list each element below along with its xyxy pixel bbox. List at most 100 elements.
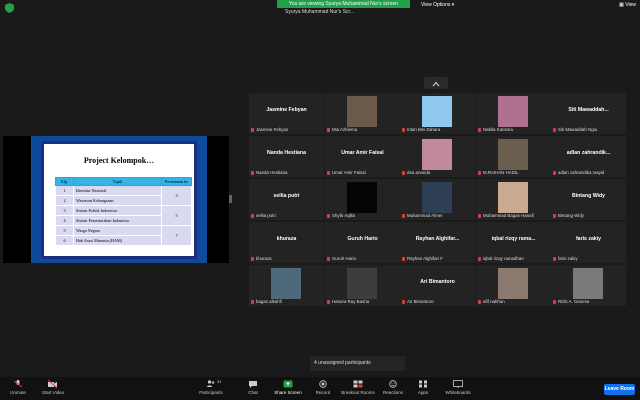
- participant-tile[interactable]: Rizki A. Ganesa: [551, 265, 626, 306]
- gallery-page-up-button[interactable]: [424, 77, 448, 89]
- slide-cell-klp: 2: [55, 195, 74, 206]
- breakout-rooms-label: Breakout Rooms: [341, 390, 375, 395]
- presenter-label: Syurya Muhammad Nur's Scr...: [285, 9, 355, 15]
- whiteboards-button[interactable]: Whiteboards: [442, 380, 474, 395]
- muted-mic-icon: [553, 299, 556, 304]
- participant-name: Rayhan Alghifari F: [407, 256, 443, 261]
- participant-name-display: Jasmine Febyan: [266, 107, 307, 113]
- participant-name: Guruh Hario: [332, 256, 356, 261]
- participant-tile[interactable]: Siti Mawaddah... Siti Mawaddah Ngiu: [551, 93, 626, 134]
- meeting-toolbar: Unmute Start Video Participants 31 Chat …: [0, 377, 640, 400]
- view-label: View: [625, 2, 636, 8]
- participant-label: Shyfa Aqilla: [327, 213, 355, 218]
- participant-label: Intan Mei Zahara: [402, 127, 440, 132]
- participant-tile[interactable]: iqbal rizqy rama... iqbal rizqy ramadhan: [476, 222, 551, 263]
- participant-tile[interactable]: Guruh Hario Guruh Hario: [325, 222, 400, 263]
- leave-room-button[interactable]: Leave Room: [604, 384, 635, 395]
- participant-tile[interactable]: Rayhan Alghifar... Rayhan Alghifari F: [400, 222, 475, 263]
- muted-mic-icon: [553, 213, 556, 218]
- participant-tile[interactable]: bagas alkahfi: [249, 265, 324, 306]
- participant-tile[interactable]: sellia putri sellia putri: [249, 179, 324, 220]
- unassigned-participants-panel[interactable]: 4 unassigned participants: [310, 356, 405, 371]
- muted-mic-icon: [402, 299, 405, 304]
- participant-tile[interactable]: afif nabhan: [476, 265, 551, 306]
- reactions-button[interactable]: Reactions: [380, 380, 406, 395]
- security-shield-icon[interactable]: [5, 3, 14, 13]
- participant-tile[interactable]: Jasmine Febyan Jasmine Febyan: [249, 93, 324, 134]
- slide-table: Klp. Topik Pertemuan ke 1 Identitas Nasi…: [55, 177, 192, 246]
- participant-tile[interactable]: Nabila Karisma: [476, 93, 551, 134]
- slide-cell-klp: 6: [55, 235, 74, 246]
- participant-label: Guruh Hario: [327, 256, 356, 261]
- share-resize-handle[interactable]: [229, 195, 232, 203]
- participant-tile[interactable]: faris zakiy faris zakiy: [551, 222, 626, 263]
- start-video-label: Start Video: [41, 390, 65, 395]
- muted-mic-icon: [327, 299, 330, 304]
- unmute-button[interactable]: Unmute: [6, 380, 30, 395]
- participants-button[interactable]: Participants 31: [196, 379, 226, 395]
- participant-tile[interactable]: Muhammad Bagas Hanafi: [476, 179, 551, 220]
- participant-tile[interactable]: Bintang Widy Bintang Widy: [551, 179, 626, 220]
- slide-cell-topik: Wawasan Kebangsaan: [73, 195, 162, 206]
- chevron-up-icon: [432, 81, 440, 87]
- participant-name: Bintang Widy: [558, 213, 584, 218]
- muted-mic-icon: [251, 127, 254, 132]
- participant-tile[interactable]: Ari Bimantoro Ari Bimantoro: [400, 265, 475, 306]
- shared-screen: Project Kelompok… Klp. Topik Pertemuan k…: [3, 136, 229, 263]
- participant-name-display: Bintang Widy: [571, 193, 606, 199]
- slide-cell-topik: Identitas Nasional: [73, 185, 162, 196]
- participants-icon: [206, 380, 215, 387]
- participant-tile[interactable]: adlan zahrandik... adlan zahrandika rasyi…: [551, 136, 626, 177]
- participant-label: Nabila Karisma: [478, 127, 513, 132]
- participant-video: [271, 268, 301, 299]
- view-options-button[interactable]: View Options ▾: [421, 2, 454, 8]
- participant-tile[interactable]: Umar Amir Faisal Umar Amir Faisal: [325, 136, 400, 177]
- breakout-rooms-button[interactable]: Breakout Rooms: [340, 380, 376, 395]
- participant-tile[interactable]: M.RAIHAN HADIL: [476, 136, 551, 177]
- viewing-banner-text: You are viewing Syurya Muhammad Nur's sc…: [277, 0, 410, 8]
- muted-mic-icon: [553, 170, 556, 175]
- participant-name: dea ananda: [407, 170, 431, 175]
- apps-button[interactable]: Apps: [413, 380, 433, 395]
- participant-video: [347, 182, 377, 213]
- slide-cell-klp: 5: [55, 225, 74, 236]
- participants-label: Participants: [199, 390, 223, 395]
- participant-name: Nanda Hestiana: [256, 170, 288, 175]
- participant-name: Intan Mei Zahara: [407, 127, 441, 132]
- participant-tile[interactable]: Hanura Ray Basha: [325, 265, 400, 306]
- chat-button[interactable]: Chat: [242, 380, 264, 395]
- participant-name-display: Siti Mawaddah...: [568, 107, 609, 113]
- participant-name: iqbal rizqy ramadhan: [483, 256, 524, 261]
- participant-label: Nanda Hestiana: [251, 170, 288, 175]
- muted-mic-icon: [251, 256, 254, 261]
- participant-name: Umar Amir Faisal: [332, 170, 366, 175]
- record-button[interactable]: Record: [312, 380, 334, 395]
- view-button[interactable]: ▦ View: [619, 2, 636, 8]
- participants-count: 31: [217, 379, 222, 384]
- share-screen-button[interactable]: Share Screen: [272, 380, 304, 395]
- participant-label: sellia putri: [251, 213, 276, 218]
- video-off-icon: [48, 380, 58, 388]
- participant-tile[interactable]: khuraza khuraza: [249, 222, 324, 263]
- participant-tile[interactable]: Shyfa Aqilla: [325, 179, 400, 220]
- participant-tile[interactable]: Intan Mei Zahara: [400, 93, 475, 134]
- participant-name: Nabila Karisma: [483, 127, 513, 132]
- slide-cell-topik: Hak Asasi Manusia (HAM): [73, 235, 162, 246]
- participant-tile[interactable]: Muhammad Almer: [400, 179, 475, 220]
- participant-label: Rizki A. Ganesa: [553, 299, 589, 304]
- slide-cell-topik: Sistem Pemerintahan Indonesia: [73, 215, 162, 226]
- participant-name: Hanura Ray Basha: [332, 299, 370, 304]
- unmute-label: Unmute: [10, 390, 26, 395]
- participant-tile[interactable]: Nanda Hestiana Nanda Hestiana: [249, 136, 324, 177]
- participant-name: Ari Bimantoro: [407, 299, 434, 304]
- participant-label: Rayhan Alghifari F: [402, 256, 443, 261]
- participant-tile[interactable]: Mia Azhiema: [325, 93, 400, 134]
- start-video-button[interactable]: Start Video: [40, 380, 66, 395]
- participant-tile[interactable]: dea ananda: [400, 136, 475, 177]
- breakout-rooms-icon: [353, 380, 363, 388]
- slide-cell-topik: Warga Negara: [73, 225, 162, 236]
- slide-header-klp: Klp.: [55, 177, 74, 186]
- participant-label: dea ananda: [402, 170, 430, 175]
- participant-name: sellia putri: [256, 213, 276, 218]
- participant-name: khuraza: [256, 256, 272, 261]
